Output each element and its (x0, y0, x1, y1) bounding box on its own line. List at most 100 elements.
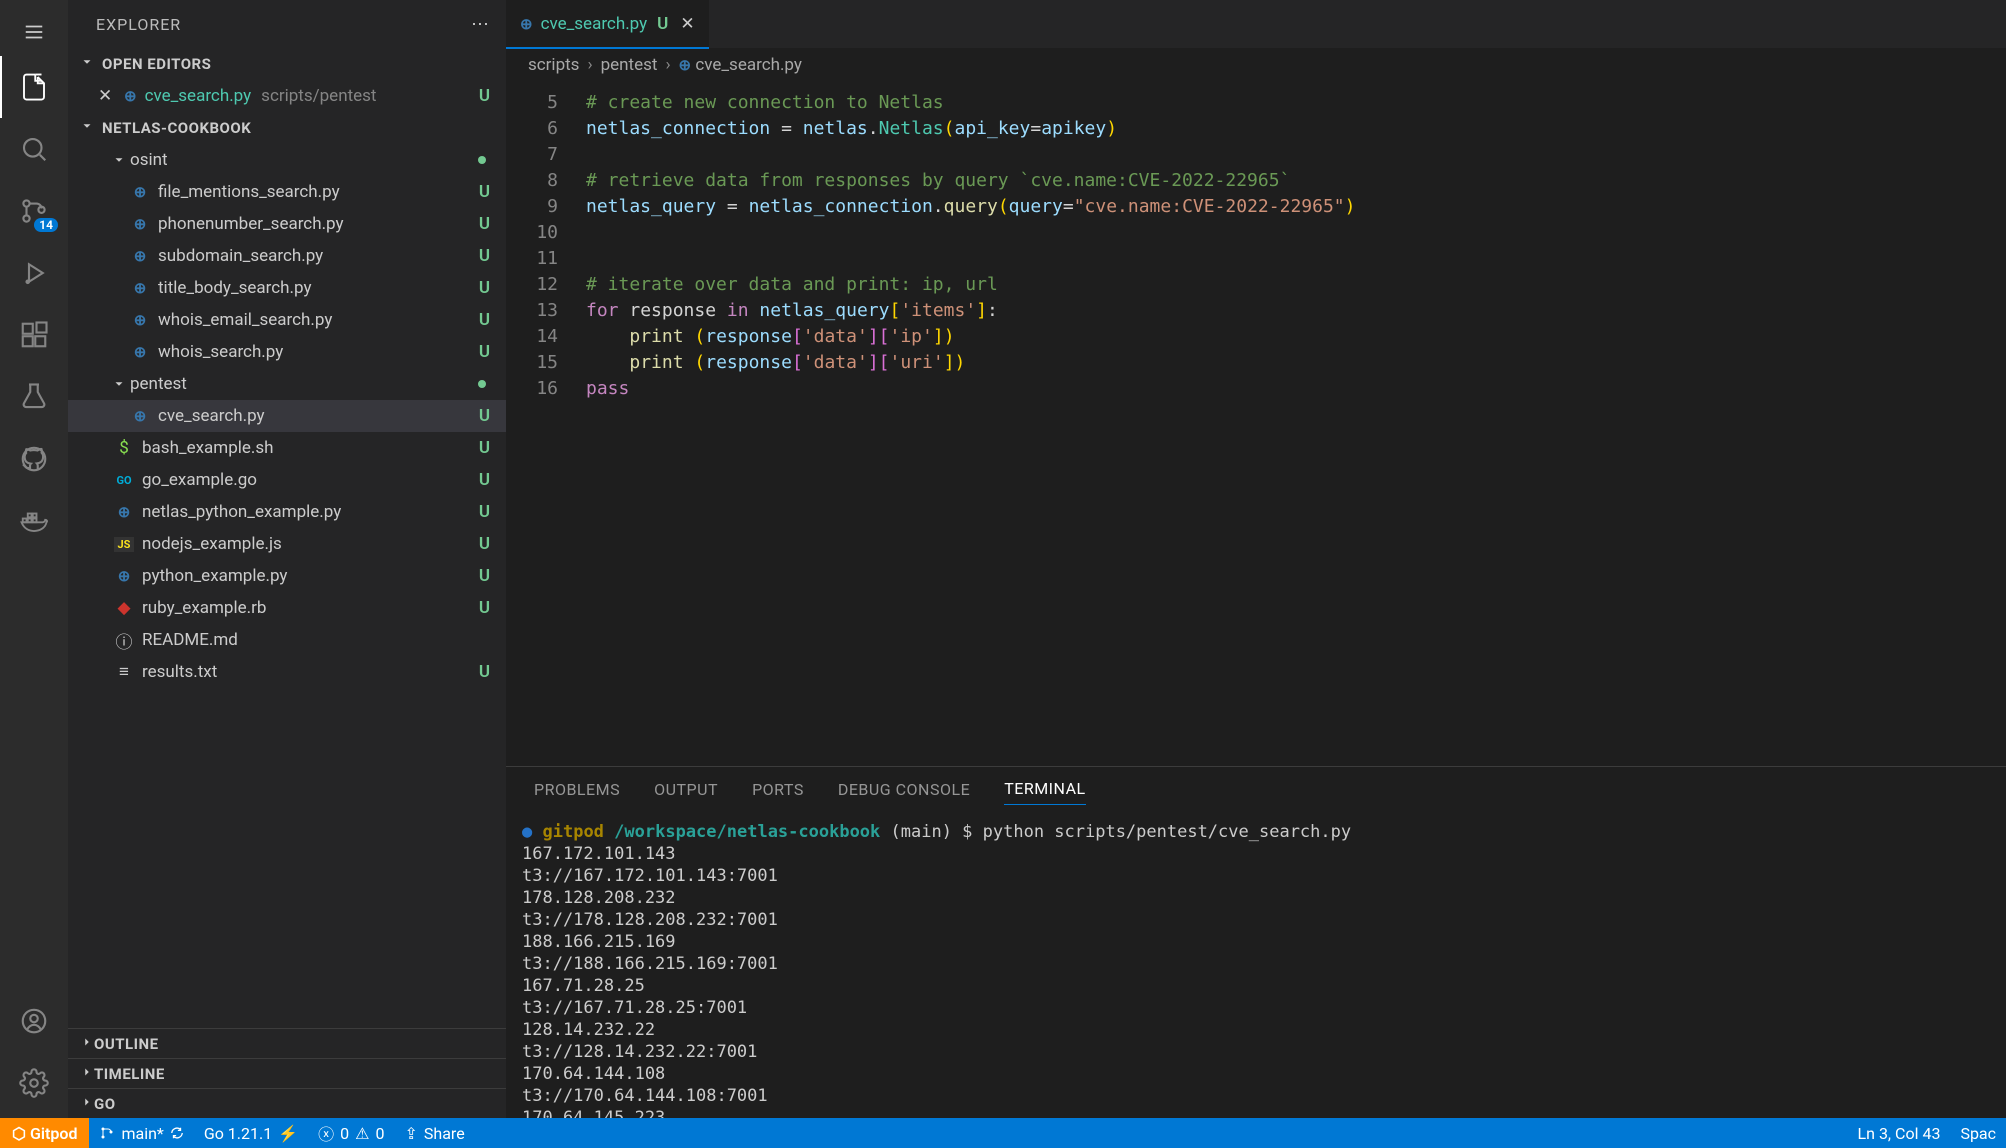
warning-icon: ⚠ (355, 1124, 369, 1143)
file-item[interactable]: $bash_example.shU (68, 432, 506, 464)
python-icon: ⊕ (679, 56, 692, 74)
settings-icon[interactable] (0, 1052, 68, 1114)
git-status-badge: U (479, 598, 490, 618)
file-item[interactable]: ◆ ruby_example.rb U (68, 592, 506, 624)
git-dot-badge (478, 156, 486, 164)
sync-icon (170, 1126, 184, 1140)
section-timeline[interactable]: TIMELINE (68, 1058, 506, 1088)
git-dot-badge (478, 380, 486, 388)
terminal-line: 167.71.28.25 (522, 975, 1990, 997)
javascript-icon: JS (114, 537, 134, 552)
ruby-icon: ◆ (114, 598, 134, 618)
file-item[interactable]: GOgo_example.goU (68, 464, 506, 496)
extensions-icon[interactable] (0, 304, 68, 366)
file-item[interactable]: ⊕phonenumber_search.pyU (68, 208, 506, 240)
file-name: title_body_search.py (158, 278, 312, 298)
tab-ports[interactable]: PORTS (752, 780, 804, 799)
file-tree: osint ⊕file_mentions_search.pyU⊕phonenum… (68, 144, 506, 1028)
file-item[interactable]: ⊕subdomain_search.pyU (68, 240, 506, 272)
git-status-badge: U (479, 86, 490, 106)
file-item[interactable]: ⊕cve_search.pyU (68, 400, 506, 432)
file-item[interactable]: ⊕netlas_python_example.pyU (68, 496, 506, 528)
section-open-editors[interactable]: OPEN EDITORS (68, 48, 506, 80)
python-icon: ⊕ (130, 343, 150, 361)
go-icon: GO (114, 474, 134, 487)
folder-pentest[interactable]: pentest (68, 368, 506, 400)
more-icon[interactable]: ⋯ (471, 14, 490, 35)
open-editor-item[interactable]: ✕ ⊕ cve_search.py scripts/pentest U (68, 80, 506, 112)
close-icon[interactable]: ✕ (680, 14, 694, 34)
source-control-icon[interactable]: 14 (0, 180, 68, 242)
docker-icon[interactable] (0, 490, 68, 552)
search-icon[interactable] (0, 118, 68, 180)
panel-tabs: PROBLEMS OUTPUT PORTS DEBUG CONSOLE TERM… (506, 767, 2006, 811)
terminal-line: t3://128.14.232.22:7001 (522, 1041, 1990, 1063)
editor-area: ⊕ cve_search.py U ✕ scripts › pentest › … (506, 0, 2006, 1118)
status-gitpod[interactable]: ⬡ Gitpod (0, 1118, 89, 1148)
terminal-line: 128.14.232.22 (522, 1019, 1990, 1041)
open-editor-location: scripts/pentest (261, 86, 376, 106)
python-icon: ⊕ (114, 567, 134, 585)
branch-icon (99, 1125, 115, 1141)
git-status-badge: U (479, 278, 490, 298)
status-cursor[interactable]: Ln 3, Col 43 (1848, 1124, 1951, 1143)
status-bar: ⬡ Gitpod main* Go 1.21.1 ⚡ ⓧ0 ⚠0 ⇪ Share… (0, 1118, 2006, 1148)
status-share[interactable]: ⇪ Share (395, 1124, 475, 1143)
terminal-line: 188.166.215.169 (522, 931, 1990, 953)
section-go[interactable]: GO (68, 1088, 506, 1118)
file-name: bash_example.sh (142, 438, 274, 458)
section-workspace[interactable]: NETLAS-COOKBOOK (68, 112, 506, 144)
error-icon: ⓧ (318, 1121, 334, 1145)
terminal-line: 167.172.101.143 (522, 843, 1990, 865)
close-icon[interactable]: ✕ (98, 86, 124, 106)
tab-debug-console[interactable]: DEBUG CONSOLE (838, 780, 970, 799)
file-item[interactable]: ⊕title_body_search.pyU (68, 272, 506, 304)
explorer-icon[interactable] (0, 56, 68, 118)
account-icon[interactable] (0, 990, 68, 1052)
text-icon: ≡ (114, 662, 134, 682)
github-icon[interactable] (0, 428, 68, 490)
file-item[interactable]: ≡results.txtU (68, 656, 506, 688)
git-status-badge: U (479, 662, 490, 682)
bottom-panel: PROBLEMS OUTPUT PORTS DEBUG CONSOLE TERM… (506, 766, 2006, 1118)
code-editor[interactable]: 5678910111213141516 # create new connect… (506, 82, 2006, 766)
sidebar-title-row: EXPLORER ⋯ (68, 0, 506, 48)
git-status-badge: U (479, 502, 490, 522)
code-content[interactable]: # create new connection to Netlas netlas… (586, 82, 2006, 766)
breadcrumb[interactable]: scripts › pentest › ⊕ cve_search.py (506, 48, 2006, 82)
file-item[interactable]: ⊕whois_email_search.pyU (68, 304, 506, 336)
tab-output[interactable]: OUTPUT (654, 780, 718, 799)
file-item[interactable]: ⊕whois_search.pyU (68, 336, 506, 368)
folder-osint[interactable]: osint (68, 144, 506, 176)
lightning-icon: ⚡ (278, 1124, 298, 1143)
file-item[interactable]: ⊕python_example.pyU (68, 560, 506, 592)
status-spaces[interactable]: Spac (1950, 1124, 2006, 1143)
file-item[interactable]: ⊕file_mentions_search.pyU (68, 176, 506, 208)
debug-icon[interactable] (0, 242, 68, 304)
file-name: file_mentions_search.py (158, 182, 340, 202)
python-icon: ⊕ (130, 215, 150, 233)
git-status-badge: U (479, 470, 490, 490)
status-branch[interactable]: main* (89, 1124, 193, 1143)
file-name: ruby_example.rb (142, 598, 266, 618)
line-gutter: 5678910111213141516 (506, 82, 586, 766)
test-icon[interactable] (0, 366, 68, 428)
python-icon: ⊕ (130, 407, 150, 425)
terminal-line: 170.64.145.223 (522, 1107, 1990, 1118)
terminal-line: t3://170.64.144.108:7001 (522, 1085, 1990, 1107)
shell-icon: $ (114, 438, 134, 458)
file-item[interactable]: JSnodejs_example.jsU (68, 528, 506, 560)
status-go[interactable]: Go 1.21.1 ⚡ (194, 1124, 308, 1143)
section-outline[interactable]: OUTLINE (68, 1028, 506, 1058)
file-item[interactable]: ⓘREADME.md (68, 624, 506, 656)
status-problems[interactable]: ⓧ0 ⚠0 (308, 1121, 394, 1145)
tab-terminal[interactable]: TERMINAL (1004, 779, 1085, 805)
tab-problems[interactable]: PROBLEMS (534, 780, 620, 799)
menu-toggle[interactable] (0, 8, 68, 56)
terminal[interactable]: ● gitpod /workspace/netlas-cookbook (mai… (506, 811, 2006, 1118)
file-name: netlas_python_example.py (142, 502, 341, 522)
share-icon: ⇪ (405, 1124, 418, 1143)
tab-cve-search[interactable]: ⊕ cve_search.py U ✕ (506, 0, 710, 48)
terminal-line: t3://178.128.208.232:7001 (522, 909, 1990, 931)
tab-bar: ⊕ cve_search.py U ✕ (506, 0, 2006, 48)
